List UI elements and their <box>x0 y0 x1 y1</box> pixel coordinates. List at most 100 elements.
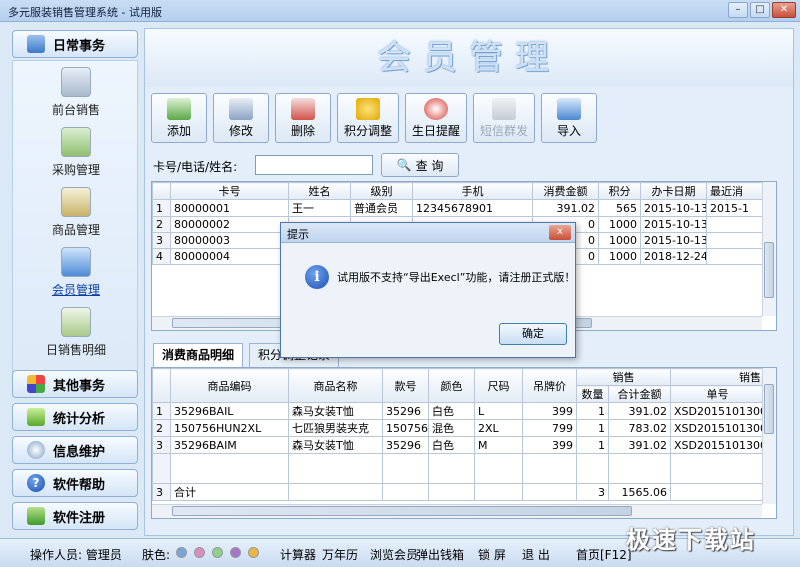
style-cell[interactable]: 150756 <box>382 419 429 437</box>
ok-button[interactable]: 确定 <box>499 323 567 345</box>
import-button[interactable]: 导入 <box>541 93 597 143</box>
maximize-button[interactable]: □ <box>750 2 770 18</box>
card-cell[interactable]: 80000002 <box>170 216 289 233</box>
column-header[interactable]: 颜色 <box>428 368 475 403</box>
sidebar-item-purchasing[interactable]: 采购管理 <box>13 125 139 185</box>
scroll-thumb[interactable] <box>172 506 632 516</box>
date-cell[interactable]: 2018-12-24 <box>640 248 707 265</box>
column-header[interactable]: 单号 <box>670 385 765 403</box>
calculator-link[interactable]: 计算器 <box>280 546 316 563</box>
table-row[interactable]: 1 35296BAIL 森马女装T恤 35296 白色 L 399 1 391.… <box>152 402 765 420</box>
card-cell[interactable]: 80000001 <box>170 199 289 217</box>
order-cell[interactable]: XSD2015101300 <box>670 436 765 454</box>
close-button[interactable]: ✕ <box>772 2 796 18</box>
column-header[interactable]: 数量 <box>576 385 609 403</box>
column-group-header[interactable]: 销售 <box>576 368 671 386</box>
category-registration[interactable]: 软件注册 <box>12 502 138 530</box>
color-cell[interactable]: 白色 <box>428 402 475 420</box>
column-header[interactable]: 吊牌价 <box>522 368 577 403</box>
column-header[interactable]: 消费金额 <box>532 182 599 200</box>
minimize-button[interactable]: – <box>728 2 748 18</box>
search-input[interactable] <box>255 155 373 175</box>
points-cell[interactable]: 1000 <box>598 216 641 233</box>
column-header[interactable]: 级别 <box>350 182 413 200</box>
sms-broadcast-button[interactable]: 短信群发 <box>473 93 535 143</box>
category-daily-affairs[interactable]: 日常事务 <box>12 30 138 58</box>
edit-button[interactable]: 修改 <box>213 93 269 143</box>
sidebar-item-front-sales[interactable]: 前台销售 <box>13 65 139 125</box>
price-cell[interactable]: 399 <box>522 436 577 454</box>
card-cell[interactable]: 80000003 <box>170 232 289 249</box>
product-name-cell[interactable]: 森马女装T恤 <box>288 436 383 454</box>
column-header[interactable]: 合计金额 <box>608 385 671 403</box>
total-cell[interactable]: 391.02 <box>608 436 671 454</box>
lock-screen-link[interactable]: 锁 屏 <box>478 546 506 563</box>
category-help[interactable]: ? 软件帮助 <box>12 469 138 497</box>
table-row[interactable]: 3 35296BAIM 森马女装T恤 35296 白色 M 399 1 391.… <box>152 436 765 454</box>
table-row[interactable]: 2 150756HUN2XL 七匹狼男装夹克 150756 混色 2XL 799… <box>152 419 765 437</box>
style-cell[interactable]: 35296 <box>382 436 429 454</box>
column-header[interactable]: 尺码 <box>474 368 523 403</box>
skin-swatch-pink[interactable] <box>194 547 205 558</box>
details-horizontal-scrollbar[interactable] <box>152 504 762 518</box>
delete-button[interactable]: 删除 <box>275 93 331 143</box>
date-cell[interactable]: 2015-10-13 <box>640 216 707 233</box>
column-header[interactable]: 办卡日期 <box>640 182 707 200</box>
qty-cell[interactable]: 1 <box>576 419 609 437</box>
add-button[interactable]: 添加 <box>151 93 207 143</box>
sidebar-item-products[interactable]: 商品管理 <box>13 185 139 245</box>
column-header[interactable]: 姓名 <box>288 182 351 200</box>
level-cell[interactable]: 普通会员 <box>350 199 413 217</box>
qty-cell[interactable]: 1 <box>576 402 609 420</box>
code-cell[interactable]: 35296BAIL <box>170 402 289 420</box>
name-cell[interactable]: 王一 <box>288 199 351 217</box>
date-cell[interactable]: 2015-10-13 <box>640 199 707 217</box>
size-cell[interactable]: 2XL <box>474 419 523 437</box>
dialog-close-button[interactable]: x <box>549 225 571 240</box>
card-cell[interactable]: 80000004 <box>170 248 289 265</box>
color-cell[interactable]: 白色 <box>428 436 475 454</box>
column-header[interactable]: 手机 <box>412 182 533 200</box>
phone-cell[interactable]: 12345678901 <box>412 199 533 217</box>
size-cell[interactable]: M <box>474 436 523 454</box>
price-cell[interactable]: 799 <box>522 419 577 437</box>
calendar-link[interactable]: 万年历 <box>322 546 358 563</box>
scroll-thumb[interactable] <box>764 242 774 298</box>
category-other-affairs[interactable]: 其他事务 <box>12 370 138 398</box>
column-header[interactable]: 商品编码 <box>170 368 289 403</box>
total-cell[interactable]: 783.02 <box>608 419 671 437</box>
column-group-header[interactable]: 销售 <box>670 368 765 386</box>
browse-members-link[interactable]: 浏览会员 <box>370 546 418 563</box>
points-cell[interactable]: 1000 <box>598 248 641 265</box>
skin-swatch-green[interactable] <box>212 547 223 558</box>
column-header[interactable]: 款号 <box>382 368 429 403</box>
points-cell[interactable]: 565 <box>598 199 641 217</box>
order-cell[interactable]: XSD2015101300 <box>670 419 765 437</box>
date-cell[interactable]: 2015-10-13 <box>640 232 707 249</box>
skin-swatch-purple[interactable] <box>230 547 241 558</box>
sidebar-item-members[interactable]: 会员管理 <box>13 245 139 305</box>
skin-swatch-blue[interactable] <box>176 547 187 558</box>
details-vertical-scrollbar[interactable] <box>762 368 776 504</box>
tab-consumption-details[interactable]: 消费商品明细 <box>153 343 244 368</box>
color-cell[interactable]: 混色 <box>428 419 475 437</box>
column-header[interactable]: 商品名称 <box>288 368 383 403</box>
column-header[interactable]: 积分 <box>598 182 641 200</box>
code-cell[interactable]: 150756HUN2XL <box>170 419 289 437</box>
product-name-cell[interactable]: 森马女装T恤 <box>288 402 383 420</box>
order-cell[interactable]: XSD2015101300 <box>670 402 765 420</box>
style-cell[interactable]: 35296 <box>382 402 429 420</box>
scroll-thumb[interactable] <box>764 384 774 434</box>
sidebar-item-daily-sales-detail[interactable]: 日销售明细 <box>13 305 139 365</box>
category-info-maintenance[interactable]: 信息维护 <box>12 436 138 464</box>
total-cell[interactable]: 391.02 <box>608 402 671 420</box>
exit-link[interactable]: 退 出 <box>522 546 550 563</box>
points-cell[interactable]: 1000 <box>598 232 641 249</box>
size-cell[interactable]: L <box>474 402 523 420</box>
amount-cell[interactable]: 391.02 <box>532 199 599 217</box>
home-link[interactable]: 首页[F12] <box>576 546 632 563</box>
search-button[interactable]: 🔍 查 询 <box>381 153 459 177</box>
product-name-cell[interactable]: 七匹狼男装夹克 <box>288 419 383 437</box>
table-row[interactable]: 1 80000001 王一 普通会员 12345678901 391.02 56… <box>152 199 773 217</box>
birthday-reminder-button[interactable]: 生日提醒 <box>405 93 467 143</box>
